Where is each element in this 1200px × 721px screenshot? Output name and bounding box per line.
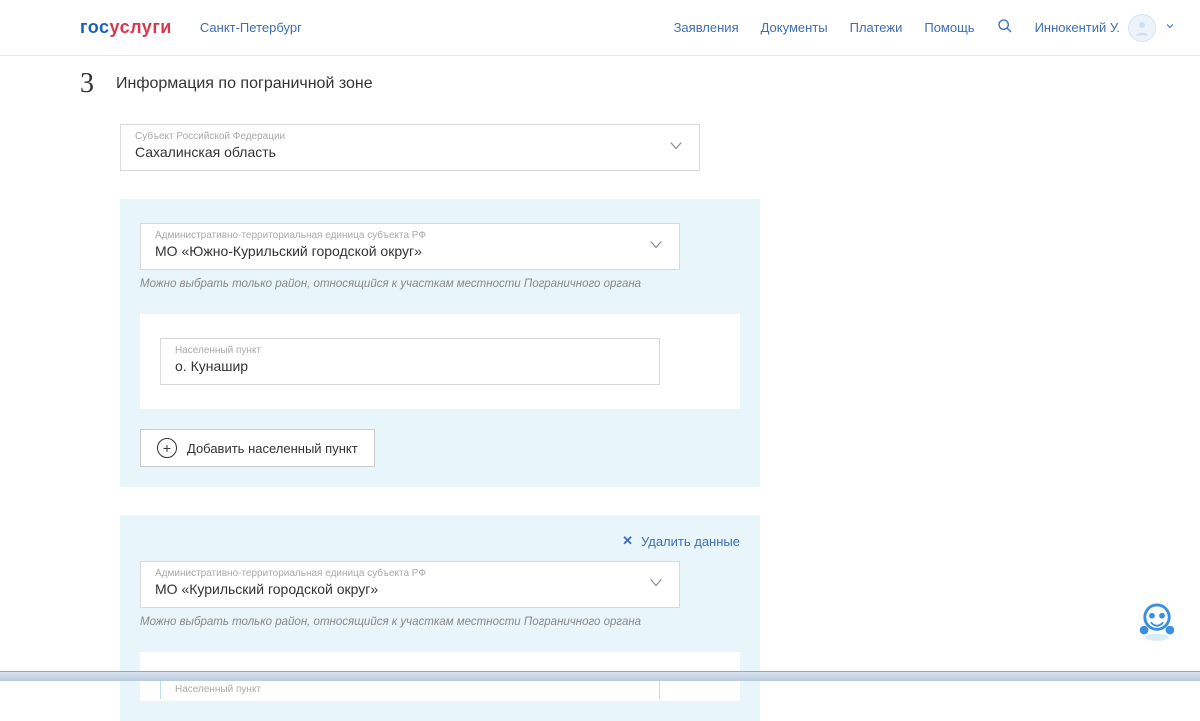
adm-unit-hint: Можно выбрать только район, относящийся … bbox=[140, 616, 740, 628]
adm-unit-value: МО «Курильский городской округ» bbox=[155, 581, 378, 597]
subject-select[interactable]: Субъект Российской Федерации Сахалинская… bbox=[120, 124, 700, 171]
settlement-label: Населенный пункт bbox=[175, 345, 645, 356]
avatar-icon bbox=[1128, 14, 1156, 42]
add-settlement-button[interactable]: + Добавить населенный пункт bbox=[140, 429, 375, 467]
main-nav: Заявления Документы Платежи Помощь Иннок… bbox=[674, 14, 1176, 42]
delete-block-label: Удалить данные bbox=[641, 534, 740, 549]
form-content: 3 Информация по пограничной зоне Субъект… bbox=[0, 56, 760, 721]
adm-unit-select-1[interactable]: Административно-территориальная единица … bbox=[140, 223, 680, 270]
nav-applications[interactable]: Заявления bbox=[674, 20, 739, 35]
logo-part2: услуги bbox=[110, 17, 172, 37]
territory-block-2: ✕ Удалить данные Административно-террито… bbox=[120, 515, 760, 721]
adm-unit-select-2[interactable]: Административно-территориальная единица … bbox=[140, 561, 680, 608]
settlement-input-1[interactable]: Населенный пункт о. Кунашир bbox=[160, 338, 660, 385]
step-title: Информация по пограничной зоне bbox=[116, 75, 373, 93]
help-assistant-button[interactable] bbox=[1134, 597, 1180, 643]
adm-unit-label: Административно-территориальная единица … bbox=[155, 568, 665, 579]
chevron-down-icon bbox=[1164, 20, 1176, 35]
territory-block-1: Административно-территориальная единица … bbox=[120, 199, 760, 487]
step-header: 3 Информация по пограничной зоне bbox=[80, 68, 760, 100]
subject-label: Субъект Российской Федерации bbox=[135, 131, 685, 142]
user-name: Иннокентий У. bbox=[1035, 20, 1120, 35]
add-settlement-label: Добавить населенный пункт bbox=[187, 441, 358, 456]
nav-documents[interactable]: Документы bbox=[761, 20, 828, 35]
user-menu[interactable]: Иннокентий У. bbox=[1035, 14, 1176, 42]
nav-help[interactable]: Помощь bbox=[924, 20, 974, 35]
step-number: 3 bbox=[80, 68, 94, 100]
chevron-down-icon bbox=[647, 573, 665, 596]
close-icon: ✕ bbox=[622, 533, 633, 549]
subject-value: Сахалинская область bbox=[135, 144, 276, 160]
settlement-label: Населенный пункт bbox=[175, 684, 261, 695]
adm-unit-value: МО «Южно-Курильский городской округ» bbox=[155, 243, 422, 259]
settlement-panel-1: Населенный пункт о. Кунашир bbox=[140, 314, 740, 409]
app-header: госуслуги Санкт-Петербург Заявления Доку… bbox=[0, 0, 1200, 56]
adm-unit-label: Административно-территориальная единица … bbox=[155, 230, 665, 241]
nav-payments[interactable]: Платежи bbox=[850, 20, 903, 35]
plus-icon: + bbox=[157, 438, 177, 458]
city-link[interactable]: Санкт-Петербург bbox=[200, 20, 302, 35]
settlement-value: о. Кунашир bbox=[175, 358, 248, 374]
chevron-down-icon bbox=[647, 235, 665, 258]
logo[interactable]: госуслуги bbox=[80, 17, 172, 38]
chevron-down-icon bbox=[667, 136, 685, 159]
adm-unit-hint: Можно выбрать только район, относящийся … bbox=[140, 278, 740, 290]
logo-part1: гос bbox=[80, 17, 110, 37]
os-taskbar[interactable] bbox=[0, 671, 1200, 681]
delete-block-button[interactable]: ✕ Удалить данные bbox=[622, 533, 740, 549]
search-icon[interactable] bbox=[997, 18, 1013, 37]
